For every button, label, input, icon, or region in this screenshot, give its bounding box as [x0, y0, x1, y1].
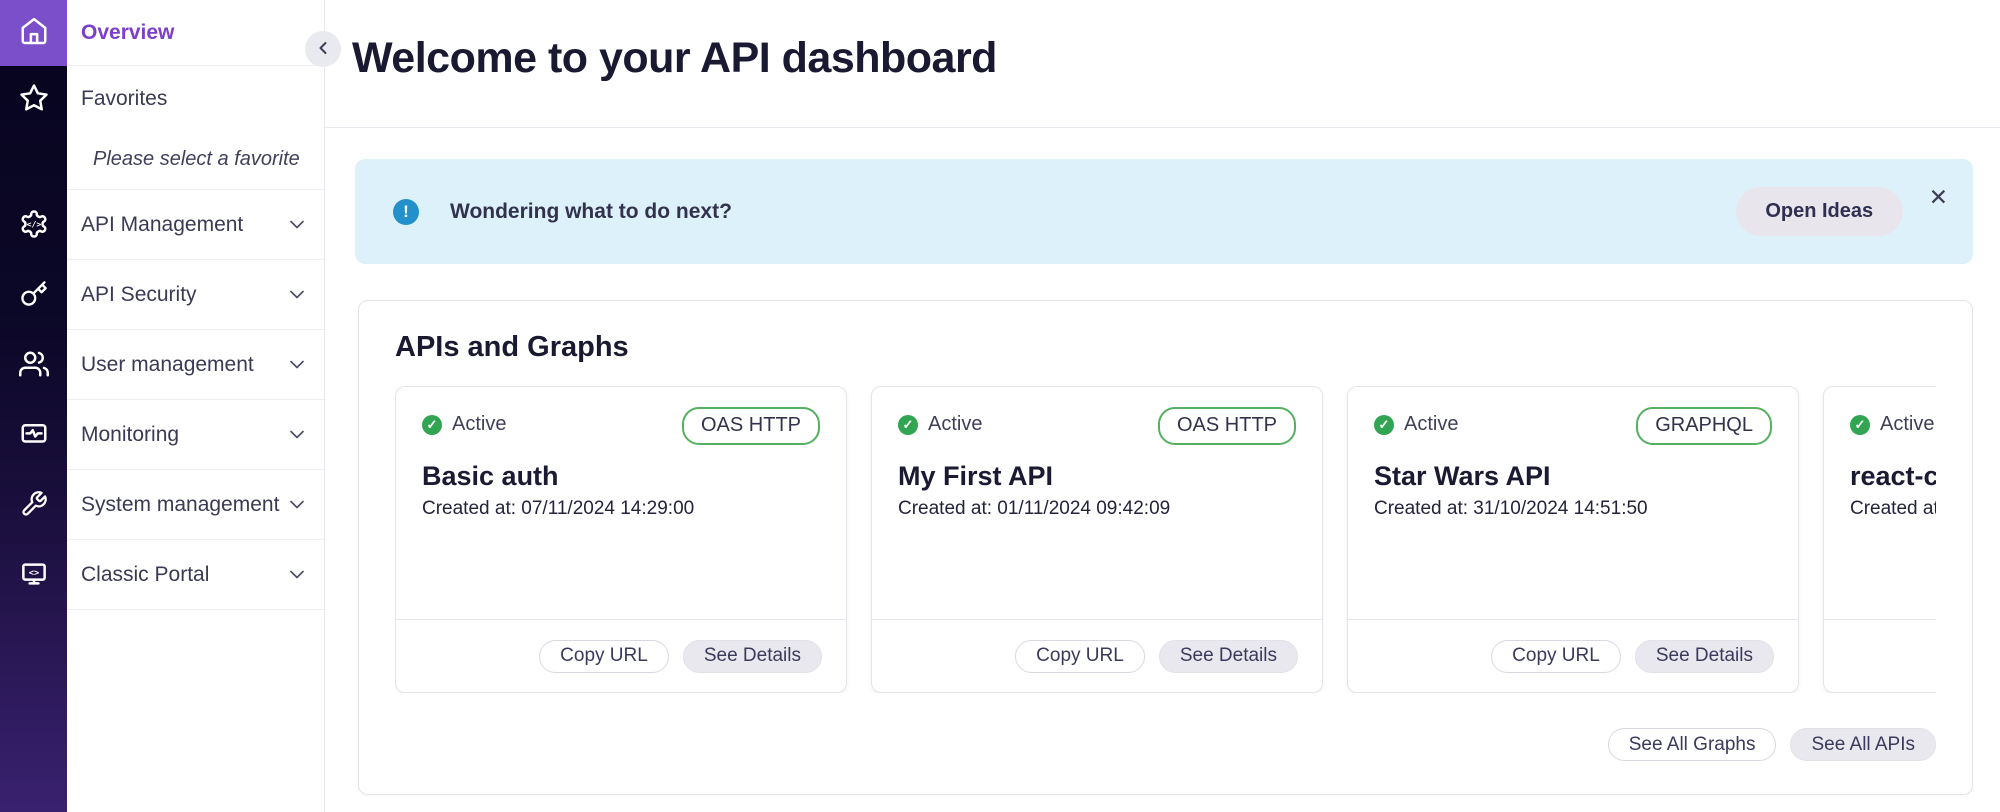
- see-all-graphs-button[interactable]: See All Graphs: [1608, 728, 1777, 761]
- api-card-basic-auth[interactable]: OAS HTTP ✓ Active Basic auth Created at:…: [395, 386, 847, 693]
- panel-footer: See All Graphs See All APIs: [1608, 728, 1936, 761]
- apis-and-graphs-panel: APIs and Graphs OAS HTTP ✓ Active Basic …: [358, 300, 1973, 795]
- rail-item-api-security[interactable]: [0, 280, 67, 312]
- rail-item-user-management[interactable]: [0, 350, 67, 382]
- close-icon[interactable]: ✕: [1929, 186, 1948, 209]
- chevron-down-icon: [290, 566, 304, 584]
- sidebar-item-label: API Security: [81, 283, 197, 307]
- copy-url-button[interactable]: Copy URL: [539, 640, 669, 673]
- status-active-icon: ✓: [1374, 415, 1394, 435]
- sidebar-item-favorites[interactable]: Favorites: [81, 87, 304, 111]
- status-label: Active: [452, 413, 506, 436]
- icon-rail: </> <>: [0, 0, 67, 812]
- banner-text: Wondering what to do next?: [450, 200, 732, 224]
- page-title: Welcome to your API dashboard: [352, 34, 2000, 83]
- status-label: Active: [1404, 413, 1458, 436]
- api-card-react-co[interactable]: ✓ Active react-co Created at: Copy URL S…: [1823, 386, 1936, 693]
- sidebar-favorites-block: Favorites Please select a favorite: [67, 66, 324, 190]
- users-icon: [19, 349, 49, 384]
- api-card-title: Basic auth: [422, 461, 820, 492]
- status-label: Active: [1880, 413, 1934, 436]
- api-card-title: Star Wars API: [1374, 461, 1772, 492]
- panel-heading: APIs and Graphs: [359, 301, 1972, 364]
- api-card-created-at: Created at: 31/10/2024 14:51:50: [1374, 498, 1772, 520]
- copy-url-button[interactable]: Copy URL: [1015, 640, 1145, 673]
- api-cards-row: OAS HTTP ✓ Active Basic auth Created at:…: [395, 386, 1936, 693]
- sidebar: Overview Favorites Please select a favor…: [67, 0, 325, 812]
- main-content: Welcome to your API dashboard ! Wonderin…: [325, 0, 2000, 812]
- sidebar-item-label: Classic Portal: [81, 563, 209, 587]
- api-type-badge: GRAPHQL: [1636, 407, 1772, 445]
- status-active-icon: ✓: [898, 415, 918, 435]
- screen-code-icon: <>: [19, 559, 49, 594]
- api-card-star-wars-api[interactable]: GRAPHQL ✓ Active Star Wars API Created a…: [1347, 386, 1799, 693]
- home-icon: [19, 16, 49, 51]
- info-banner: ! Wondering what to do next? Open Ideas …: [355, 159, 1973, 264]
- sidebar-item-user-management[interactable]: User management: [67, 330, 324, 400]
- sidebar-item-monitoring[interactable]: Monitoring: [67, 400, 324, 470]
- api-type-badge: OAS HTTP: [1158, 407, 1296, 445]
- monitor-pulse-icon: [19, 419, 49, 454]
- svg-text:<>: <>: [28, 568, 39, 578]
- api-type-badge: OAS HTTP: [682, 407, 820, 445]
- sidebar-item-overview[interactable]: Overview: [67, 0, 324, 66]
- rail-item-classic-portal[interactable]: <>: [0, 560, 67, 592]
- sidebar-item-label: Overview: [81, 21, 174, 45]
- open-ideas-button[interactable]: Open Ideas: [1736, 187, 1903, 236]
- star-icon: [19, 83, 49, 118]
- see-details-button[interactable]: See Details: [1159, 640, 1298, 673]
- api-card-created-at: Created at: 07/11/2024 14:29:00: [422, 498, 820, 520]
- sidebar-item-label: System management: [81, 493, 279, 517]
- api-card-created-at: Created at: 01/11/2024 09:42:09: [898, 498, 1296, 520]
- see-details-button[interactable]: See Details: [1635, 640, 1774, 673]
- rail-item-favorites[interactable]: [0, 84, 67, 116]
- api-card-title: react-co: [1850, 461, 1936, 492]
- status-label: Active: [928, 413, 982, 436]
- chevron-down-icon: [290, 356, 304, 374]
- status-active-icon: ✓: [1850, 415, 1870, 435]
- api-card-title: My First API: [898, 461, 1296, 492]
- sidebar-item-label: API Management: [81, 213, 243, 237]
- rail-item-system-management[interactable]: [0, 490, 67, 522]
- key-icon: [20, 280, 48, 313]
- rail-item-overview[interactable]: [0, 0, 67, 66]
- sidebar-item-classic-portal[interactable]: Classic Portal: [67, 540, 324, 610]
- sidebar-collapse-button[interactable]: [305, 31, 341, 67]
- api-dashboard-app: </> <>: [0, 0, 2000, 812]
- page-header: Welcome to your API dashboard: [325, 0, 2000, 128]
- sidebar-item-api-security[interactable]: API Security: [67, 260, 324, 330]
- chevron-down-icon: [290, 216, 304, 234]
- chevron-down-icon: [290, 496, 304, 514]
- rail-item-api-management[interactable]: </>: [0, 210, 67, 242]
- chevron-down-icon: [290, 286, 304, 304]
- favorites-hint: Please select a favorite: [93, 148, 304, 171]
- api-card-created-at: Created at:: [1850, 498, 1936, 520]
- sidebar-item-label: Monitoring: [81, 423, 179, 447]
- info-icon: !: [393, 199, 419, 225]
- see-details-button[interactable]: See Details: [683, 640, 822, 673]
- copy-url-button[interactable]: Copy URL: [1491, 640, 1621, 673]
- sidebar-item-label: User management: [81, 353, 254, 377]
- gear-code-icon: </>: [19, 209, 49, 244]
- chevron-down-icon: [290, 426, 304, 444]
- sidebar-item-api-management[interactable]: API Management: [67, 190, 324, 260]
- chevron-left-icon: [316, 40, 330, 59]
- sidebar-item-system-management[interactable]: System management: [67, 470, 324, 540]
- svg-text:</>: </>: [26, 219, 41, 229]
- wrench-icon: [20, 490, 48, 523]
- status-active-icon: ✓: [422, 415, 442, 435]
- rail-item-monitoring[interactable]: [0, 420, 67, 452]
- see-all-apis-button[interactable]: See All APIs: [1790, 728, 1936, 761]
- api-card-my-first-api[interactable]: OAS HTTP ✓ Active My First API Created a…: [871, 386, 1323, 693]
